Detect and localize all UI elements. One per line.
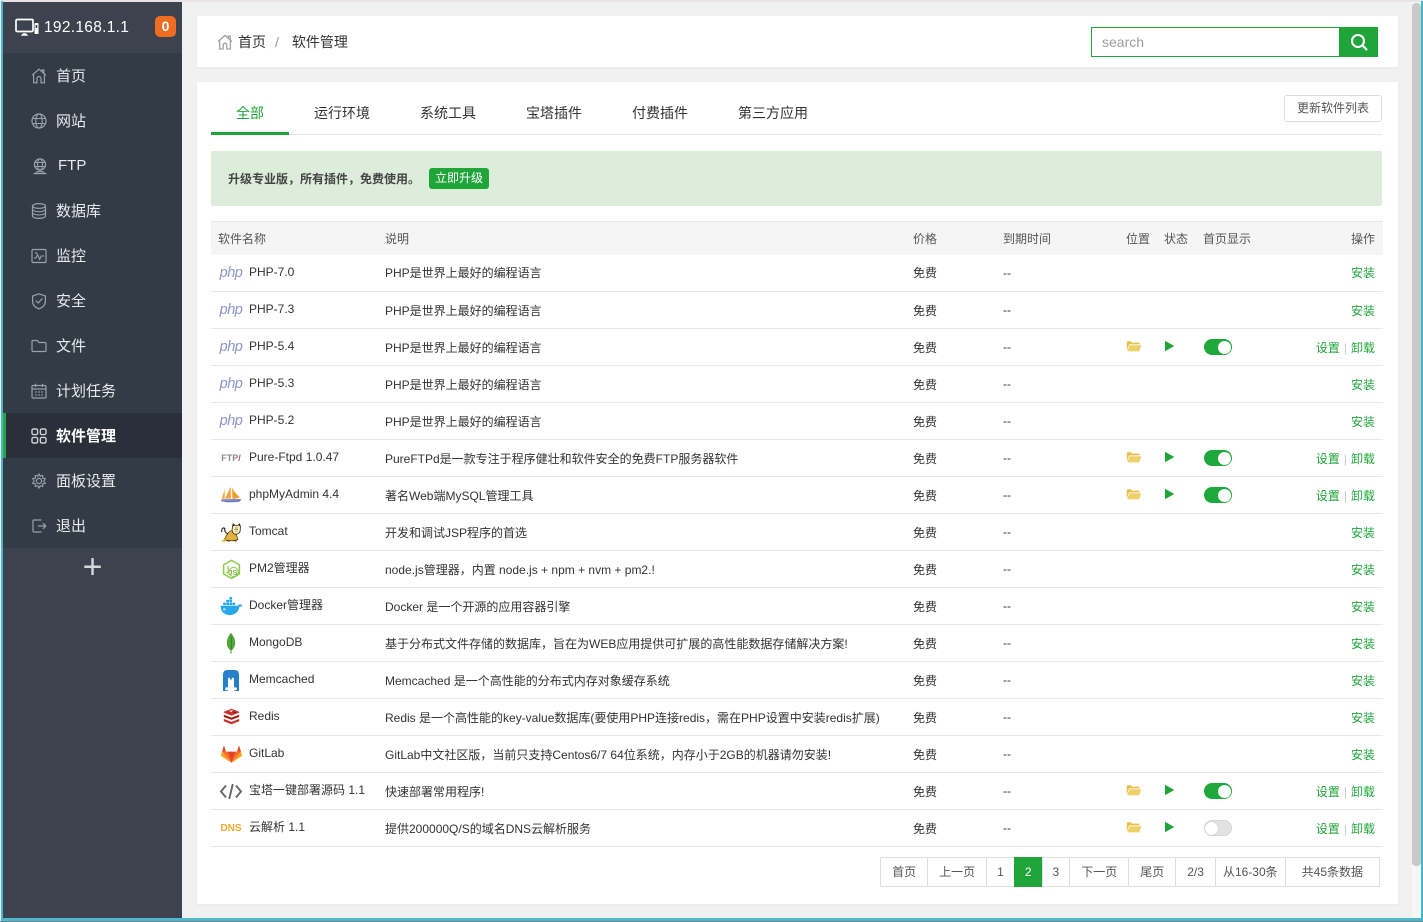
svg-text:JS: JS — [228, 568, 237, 577]
